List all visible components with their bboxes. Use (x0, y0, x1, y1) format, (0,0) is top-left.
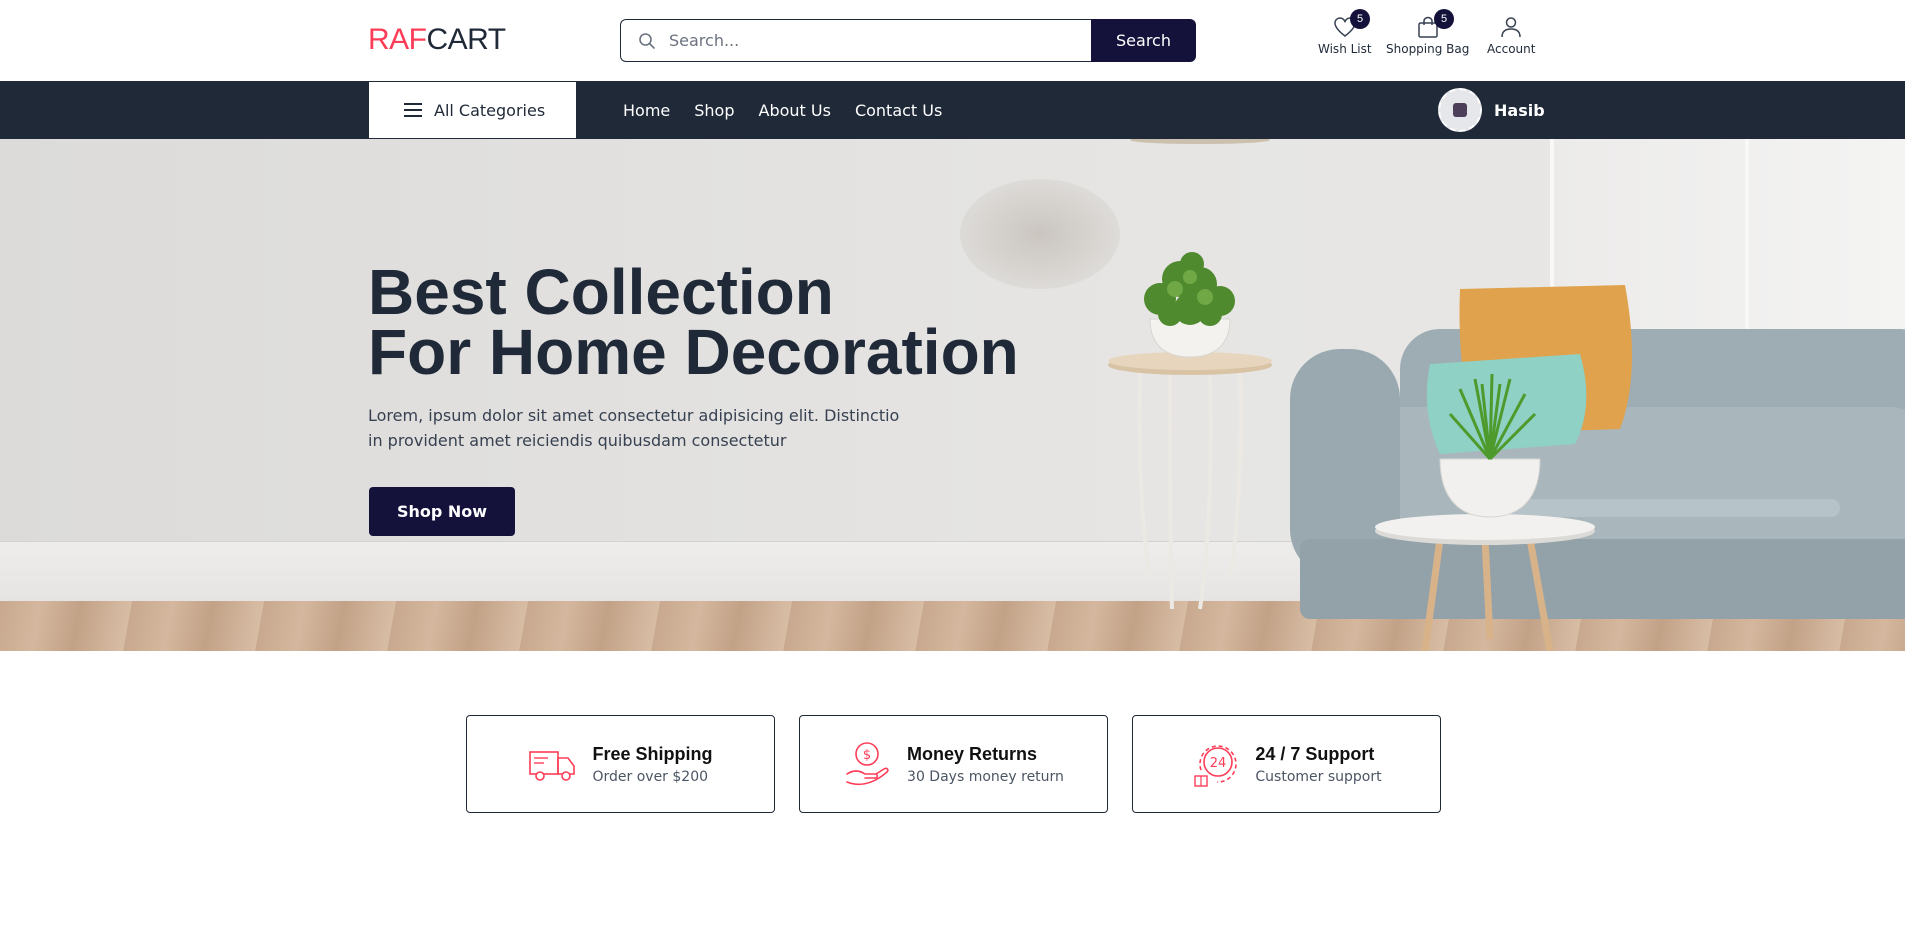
support-24-icon: 24 (1194, 745, 1238, 787)
logo-part1: RAF (368, 23, 427, 56)
shopping-bag-link[interactable]: 5 Shopping Bag (1386, 9, 1470, 56)
search-box (620, 19, 1169, 62)
menu-icon (404, 103, 422, 117)
feature-text: Money Returns 30 Days money return (907, 743, 1064, 786)
logo[interactable]: RAFCART (368, 22, 506, 58)
feature-title: 24 / 7 Support (1255, 743, 1375, 764)
avatar (1438, 88, 1482, 132)
search-input[interactable] (669, 20, 1169, 61)
hero-text-line1: Lorem, ipsum dolor sit amet consectetur … (368, 406, 900, 425)
logo-part2: CART (426, 23, 507, 56)
shop-now-button[interactable]: Shop Now (369, 487, 515, 536)
nav-contact-us[interactable]: Contact Us (855, 101, 942, 120)
feature-title: Free Shipping (592, 743, 713, 764)
truck-icon (529, 751, 576, 781)
user-name: Hasib (1494, 100, 1545, 120)
bag-count-badge: 5 (1434, 9, 1454, 29)
user-profile[interactable]: Hasib (1438, 88, 1545, 132)
search-bar: Search (620, 19, 1196, 62)
feature-support: 24 24 / 7 Support Customer support (1132, 715, 1441, 813)
hero-banner: Best Collection For Home Decoration Lore… (0, 139, 1905, 651)
nav-about-us[interactable]: About Us (759, 101, 831, 120)
wishlist-label: Wish List (1318, 42, 1372, 56)
sofa (1290, 285, 1905, 619)
account-link[interactable]: Account (1487, 16, 1535, 56)
top-header: RAFCART Search 5 Wish List 5 Shopping Ba… (0, 0, 1905, 81)
feature-subtitle: 30 Days money return (907, 768, 1064, 785)
feature-subtitle: Customer support (1255, 768, 1382, 785)
hero-title-line1: Best Collection (368, 256, 834, 328)
user-icon (1501, 17, 1521, 38)
hero-title: Best Collection For Home Decoration (368, 256, 1019, 388)
all-categories-button[interactable]: All Categories (369, 82, 576, 138)
features-row: Free Shipping Order over $200 $ Money Re… (466, 715, 1441, 813)
wishlist-link[interactable]: 5 Wish List (1318, 9, 1372, 56)
hero-description: Lorem, ipsum dolor sit amet consectetur … (368, 403, 908, 453)
bag-label: Shopping Bag (1386, 42, 1470, 56)
page: RAFCART Search 5 Wish List 5 Shopping Ba… (0, 0, 1905, 942)
nav-links: Home Shop About Us Contact Us (623, 81, 942, 139)
svg-text:24: 24 (1210, 756, 1227, 771)
feature-text: 24 / 7 Support Customer support (1255, 743, 1381, 786)
hero-furniture-illustration (1108, 139, 1905, 651)
all-categories-label: All Categories (434, 100, 546, 120)
feature-free-shipping: Free Shipping Order over $200 (466, 715, 775, 813)
feature-subtitle: Order over $200 (592, 768, 709, 785)
wishlist-count-badge: 5 (1350, 9, 1370, 29)
account-label: Account (1487, 42, 1536, 56)
money-hand-icon: $ (846, 742, 889, 786)
hero-title-line2: For Home Decoration (368, 316, 1019, 388)
feature-text: Free Shipping Order over $200 (592, 743, 712, 786)
svg-text:$: $ (863, 748, 871, 763)
feature-money-returns: $ Money Returns 30 Days money return (799, 715, 1108, 813)
hero-text-line2: in provident amet reiciendis quibusdam c… (368, 431, 787, 450)
nav-shop[interactable]: Shop (694, 101, 734, 120)
nav-home[interactable]: Home (623, 101, 670, 120)
side-table-left (1137, 368, 1243, 610)
search-icon (639, 33, 655, 49)
feature-title: Money Returns (907, 743, 1038, 764)
plant-left (1144, 252, 1235, 326)
main-nav: All Categories Home Shop About Us Contac… (0, 81, 1905, 139)
